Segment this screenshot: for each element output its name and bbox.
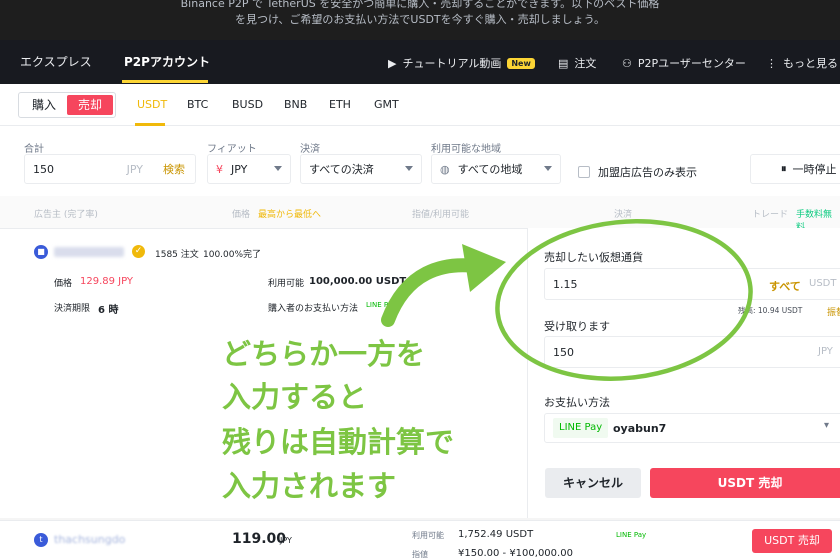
- annotation-overlay: [381, 219, 753, 381]
- annotation-line-1: どちらか一方を: [221, 337, 426, 372]
- arrow-head: [462, 244, 506, 292]
- highlight-circle: [495, 219, 753, 381]
- annotation-line-2: 入力すると: [221, 380, 368, 415]
- annotation-line-4: 入力されます: [221, 469, 397, 504]
- annotation-line-3: 残りは自動計算で: [221, 425, 455, 460]
